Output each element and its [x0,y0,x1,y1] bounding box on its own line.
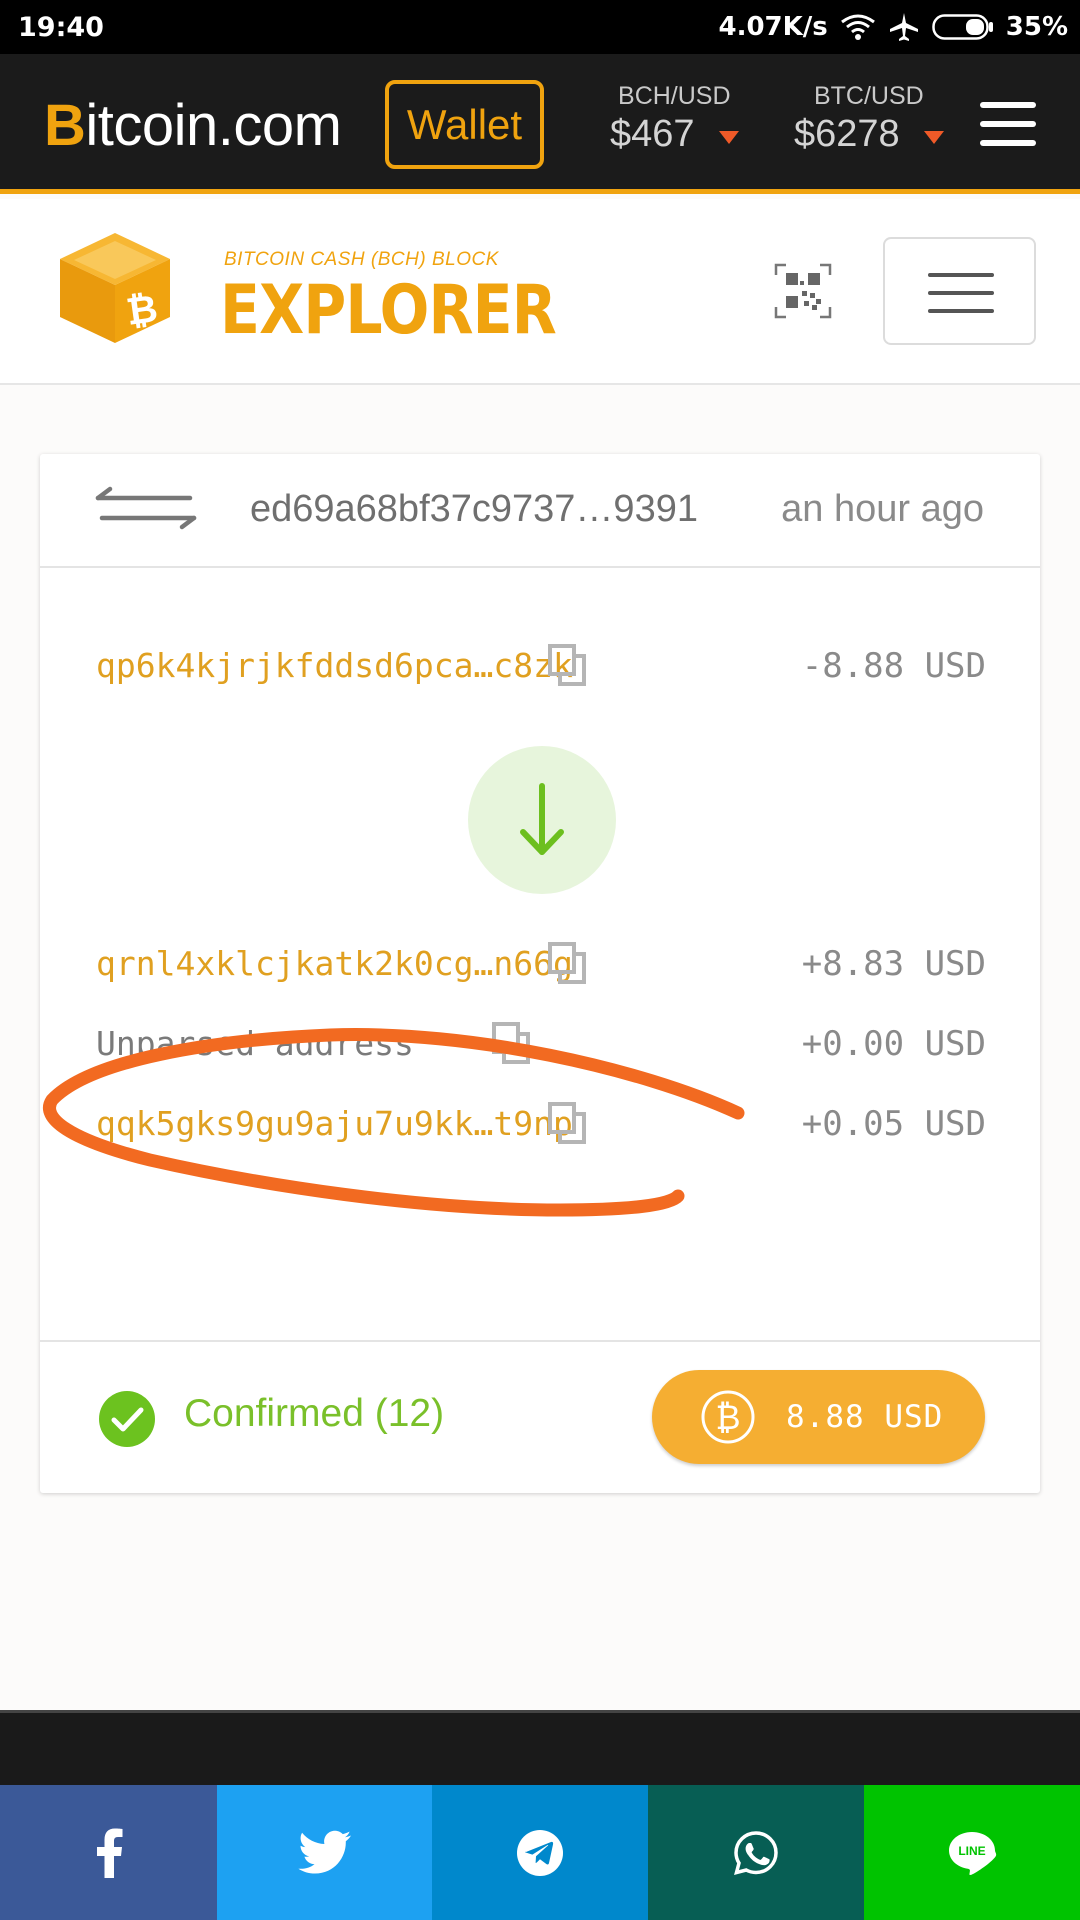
wallet-button[interactable]: Wallet [385,80,544,169]
svg-text:LINE: LINE [958,1844,985,1858]
total-amount: 8.88 USD [786,1399,944,1435]
explorer-subtitle: BITCOIN CASH (BCH) BLOCK [224,249,499,270]
price-down-icon [923,131,944,144]
ticker-btc[interactable]: BTC/USD $6278 [794,82,944,156]
ticker-label: BCH/USD [618,82,731,110]
share-telegram-button[interactable] [432,1785,648,1920]
qr-code-icon[interactable] [774,263,832,319]
battery-icon [932,14,993,40]
line-icon: LINE [949,1831,997,1875]
output-amount: +0.00 USD [801,1024,986,1064]
wifi-icon [840,14,875,40]
share-bar: LINE [0,1785,1080,1920]
facebook-icon [96,1828,122,1878]
explorer-menu-button[interactable] [883,237,1036,345]
price-down-icon [718,131,739,144]
share-line-button[interactable]: LINE [864,1785,1080,1920]
ticker-label: BTC/USD [813,82,924,110]
svg-text:₿: ₿ [715,1398,740,1438]
output-address[interactable]: qqk5gks9gu9aju7u9kk…t9np [96,1104,573,1143]
output-amount: +8.83 USD [801,944,986,984]
telegram-icon [517,1829,563,1876]
main-menu-icon[interactable] [980,102,1036,146]
bitcoin-com-logo[interactable]: Bitcoin.com [44,92,342,159]
transaction-header[interactable]: ed69a68bf37c9737…9391 an hour ago [40,454,1040,568]
input-address[interactable]: qp6k4kjrjkfddsd6pca…c8zk [96,646,573,685]
status-time: 19:40 [18,12,104,43]
airplane-icon [889,13,918,41]
copy-icon[interactable] [548,942,588,986]
share-whatsapp-button[interactable] [648,1785,864,1920]
share-facebook-button[interactable] [0,1785,217,1920]
explorer-title: EXPLORER [220,271,557,350]
battery-level: 35% [1005,12,1068,42]
twitter-icon [297,1830,351,1873]
share-twitter-button[interactable] [217,1785,432,1920]
status-bar: 19:40 4.07K/s 35% [0,0,1080,54]
svg-text:₿: ₿ [123,286,160,334]
transaction-footer: Confirmed (12) ₿ 8.88 USD [40,1340,1040,1493]
transaction-hash[interactable]: ed69a68bf37c9737…9391 [250,488,698,531]
output-row: Unparsed address +0.00 USD [96,1018,986,1068]
copy-icon[interactable] [548,1102,588,1146]
output-row: qrnl4xklcjkatk2k0cg…n66g +8.83 USD [96,938,986,988]
ticker-price: $467 [610,113,695,155]
ticker-price: $6278 [794,113,900,155]
explorer-cube-logo[interactable]: ₿ [56,229,174,347]
explorer-header: ₿ BITCOIN CASH (BCH) BLOCK EXPLORER [0,199,1080,385]
copy-icon[interactable] [548,644,588,688]
bitcoin-icon: ₿ [701,1390,755,1444]
confirmation-status: Confirmed (12) [184,1392,445,1435]
flow-indicator [468,746,616,894]
output-address[interactable]: qrnl4xklcjkatk2k0cg…n66g [96,944,573,983]
arrow-down-icon [520,783,564,855]
copy-icon[interactable] [492,1022,532,1066]
input-row: qp6k4kjrjkfddsd6pca…c8zk -8.88 USD [96,640,986,690]
transaction-time: an hour ago [781,488,984,530]
transfer-arrows-icon [95,486,197,530]
confirmed-check-icon [99,1391,155,1447]
whatsapp-icon [734,1830,778,1875]
network-speed: 4.07K/s [718,12,828,42]
input-amount: -8.88 USD [801,646,986,686]
total-amount-badge: ₿ 8.88 USD [652,1370,985,1464]
output-amount: +0.05 USD [801,1104,986,1144]
transaction-card: ed69a68bf37c9737…9391 an hour ago qp6k4k… [40,454,1040,1493]
output-row: qqk5gks9gu9aju7u9kk…t9np +0.05 USD [96,1098,986,1148]
status-icons: 4.07K/s 35% [718,10,1068,44]
page-footer [0,1710,1080,1785]
top-nav: Bitcoin.com Wallet BCH/USD $467 BTC/USD … [0,54,1080,194]
ticker-bch[interactable]: BCH/USD $467 [610,82,739,156]
output-address: Unparsed address [96,1024,414,1063]
